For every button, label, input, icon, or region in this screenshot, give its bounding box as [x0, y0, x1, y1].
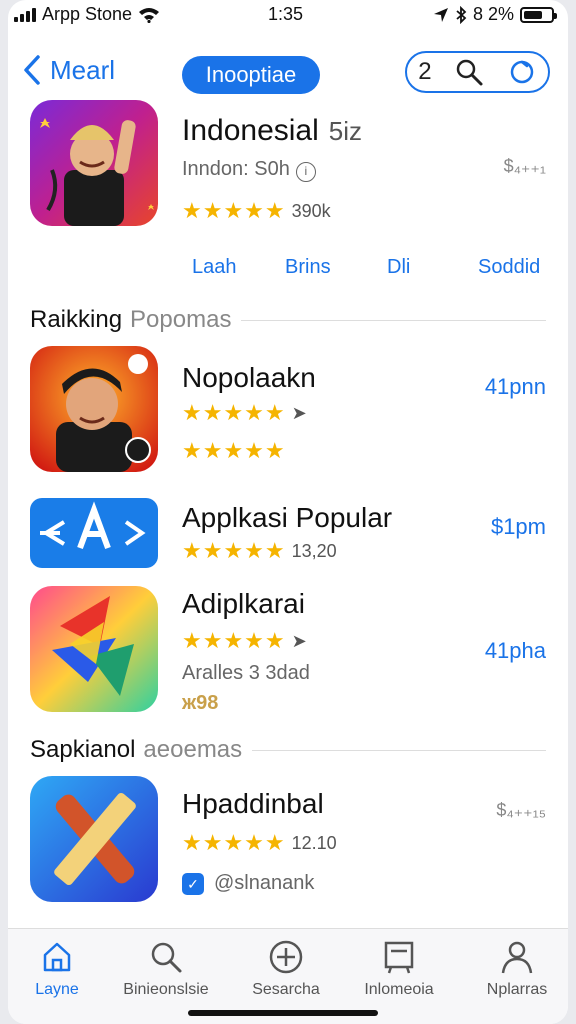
app-rating: ★★★★★ 13,20	[182, 538, 337, 564]
battery-percent: 8 2%	[472, 4, 514, 24]
app-badge: ж98	[182, 692, 219, 714]
back-label: Mearl	[50, 54, 116, 85]
toolbar-group: 2	[405, 51, 550, 93]
featured-subtitle: Inndon: S0h i	[182, 158, 316, 182]
list-item[interactable]: Applkasi Popular ★★★★★ 13,20 $1pm	[30, 498, 546, 570]
divider	[241, 319, 546, 321]
app-icon	[30, 586, 158, 712]
section-header-ranking: Raikking Popomas	[30, 306, 546, 334]
verified-icon: ✓	[182, 872, 204, 895]
app-rating: ★★★★★ ➤	[182, 400, 307, 426]
share-icon[interactable]: ➤	[292, 403, 307, 424]
app-rating: ★★★★★ 12.10	[182, 830, 337, 856]
home-indicator	[188, 1010, 378, 1016]
home-icon	[43, 942, 71, 972]
info-icon[interactable]: i	[295, 162, 316, 182]
featured-title: Indonesial 5iz	[182, 114, 363, 147]
app-developer: ✓ @slnanank	[182, 872, 314, 895]
section-title: Sapkianol	[30, 736, 136, 763]
app-icon	[30, 346, 158, 472]
list-item[interactable]: Nopolaakn ★★★★★ ➤ ★★★★★ 41pnn	[30, 346, 546, 476]
rating-count: 12.10	[291, 832, 337, 853]
location-icon	[433, 7, 448, 22]
app-price[interactable]: 41pha	[485, 638, 546, 664]
app-name: Adiplkarai	[182, 588, 305, 619]
plus-circle-icon	[269, 940, 303, 974]
featured-price[interactable]: $₄₊₊₁	[504, 156, 546, 177]
list-item[interactable]: Hpaddinbal ★★★★★ 12.10 ✓ @slnanank $₄₊₊₁₅	[30, 776, 546, 906]
app-name: Nopolaakn	[182, 362, 316, 393]
status-left: Arpp Stone	[14, 4, 160, 25]
app-price[interactable]: $₄₊₊₁₅	[496, 800, 546, 821]
search-icon	[151, 942, 182, 973]
status-time: 1:35	[268, 4, 304, 24]
board-icon	[384, 941, 414, 974]
share-icon[interactable]: ➤	[292, 631, 307, 652]
star-rating-icon: ★★★★★	[182, 628, 286, 653]
rating-count: 13,20	[291, 540, 337, 561]
action-link-2[interactable]: Brins	[285, 256, 331, 279]
app-rating: ★★★★★ ➤	[182, 628, 307, 654]
app-name: Hpaddinbal	[182, 788, 324, 819]
action-link-4[interactable]: Soddid	[478, 256, 540, 279]
section-subtitle: aeoemas	[143, 736, 243, 763]
list-item[interactable]: Adiplkarai ★★★★★ ➤ Aralles 3 3dad ж98 41p…	[30, 586, 546, 716]
bluetooth-icon	[456, 5, 467, 24]
featured-app-icon	[30, 100, 158, 226]
chevron-left-icon	[24, 55, 40, 85]
star-rating-icon: ★★★★★	[182, 198, 286, 223]
section-title: Raikking	[30, 306, 123, 333]
developer-handle: @slnanank	[214, 872, 315, 894]
app-rating-secondary: ★★★★★	[182, 438, 286, 464]
divider	[252, 749, 546, 751]
action-links: Laah Brins Dli Soddid	[8, 250, 568, 286]
segment-pill[interactable]: Inooptiae	[182, 56, 320, 94]
star-rating-icon: ★★★★★	[182, 438, 286, 463]
wifi-icon	[139, 7, 160, 23]
carrier-label: Arpp Stone	[42, 4, 133, 24]
featured-rating: ★★★★★ 390k	[182, 198, 331, 224]
app-price[interactable]: $1pm	[491, 514, 546, 540]
signal-icon	[14, 7, 36, 22]
navigation-bar: Mearl Inooptiae 2	[8, 46, 568, 96]
tab-info[interactable]: Inlomeoia	[344, 939, 454, 999]
battery-icon	[520, 6, 557, 23]
app-price[interactable]: 41pnn	[485, 374, 546, 400]
star-rating-icon: ★★★★★	[182, 830, 286, 855]
app-icon	[30, 776, 158, 902]
star-rating-icon: ★★★★★	[182, 400, 286, 425]
person-icon	[501, 941, 533, 974]
search-icon[interactable]	[454, 57, 484, 87]
refresh-icon[interactable]	[507, 57, 537, 87]
app-icon	[30, 498, 158, 568]
section-header-special: Sapkianol aeoemas	[30, 736, 546, 764]
tab-profile[interactable]: Nplarras	[462, 939, 568, 999]
tab-add[interactable]: Sesarcha	[231, 939, 341, 999]
tab-home[interactable]: Layne	[8, 939, 112, 999]
status-right: 8 2%	[433, 4, 557, 25]
app-store-screen: Arpp Stone 1:35 8 2% Mearl Inooptiae 2 I…	[8, 0, 568, 1024]
featured-title-suffix: 5iz	[328, 116, 363, 146]
back-button[interactable]: Mearl	[22, 54, 115, 86]
tool-number[interactable]: 2	[418, 58, 431, 86]
action-link-3[interactable]: Dli	[387, 256, 410, 279]
featured-app[interactable]: Indonesial 5iz Inndon: S0h i $₄₊₊₁ ★★★★★ 39…	[30, 100, 546, 230]
app-meta: Aralles 3 3dad	[182, 662, 310, 684]
app-name: Applkasi Popular	[182, 502, 393, 533]
status-bar: Arpp Stone 1:35 8 2%	[8, 0, 568, 34]
rating-count: 390k	[291, 200, 331, 221]
section-subtitle: Popomas	[130, 306, 232, 333]
action-link-1[interactable]: Laah	[192, 256, 237, 279]
tab-search[interactable]: Binieonslsie	[111, 939, 221, 999]
star-rating-icon: ★★★★★	[182, 538, 286, 563]
